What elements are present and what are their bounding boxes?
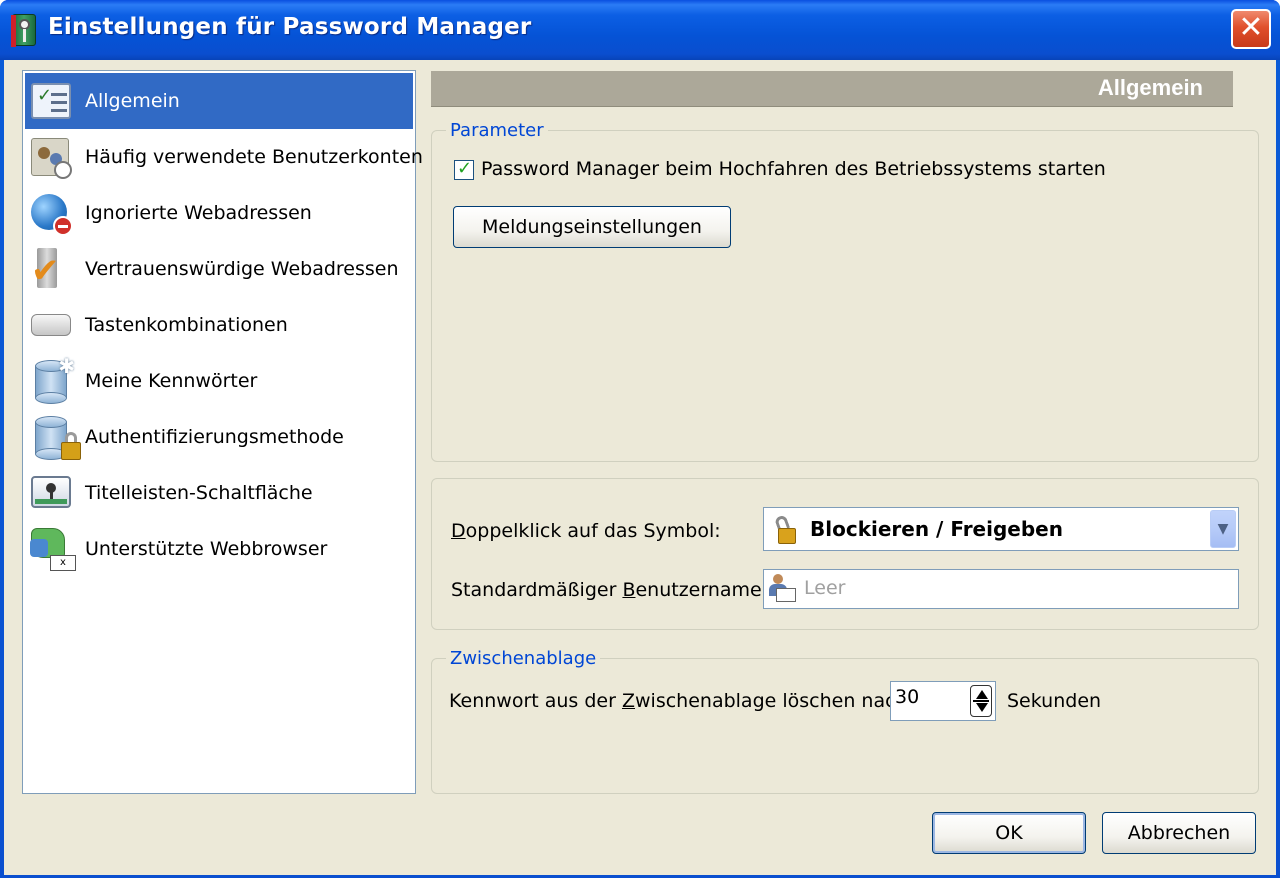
clipboard-clear-label: Kennwort aus der Zwischenablage löschen … xyxy=(449,690,908,712)
sidebar-item-label: Unterstützte Webbrowser xyxy=(85,538,328,560)
default-username-label: Standardmäßiger Benutzername: xyxy=(451,579,769,601)
cancel-button[interactable]: Abbrechen xyxy=(1102,812,1256,854)
sidebar-item-allgemein[interactable]: ✓ Allgemein xyxy=(25,73,413,129)
default-username-placeholder: Leer xyxy=(804,577,846,599)
frequent-accounts-icon xyxy=(29,134,75,180)
category-list: ✓ Allgemein Häufig verwendete Benutzerko… xyxy=(22,70,423,794)
sidebar-item-label: Titelleisten-Schaltfläche xyxy=(85,482,313,504)
section-header: Allgemein xyxy=(431,71,1233,107)
clipboard-seconds-value: 30 xyxy=(895,686,920,708)
sidebar-item-hotkeys[interactable]: Tastenkombinationen xyxy=(25,297,413,353)
title-bar[interactable]: Einstellungen für Password Manager ✕ xyxy=(0,0,1280,60)
keyboard-key-icon xyxy=(29,302,75,348)
clipboard-group-legend: Zwischenablage xyxy=(446,648,601,669)
doubleclick-label: Doppelklick auf das Symbol: xyxy=(451,520,721,542)
sidebar-item-titlebar-button[interactable]: Titelleisten-Schaltfläche xyxy=(25,465,413,521)
doubleclick-action-value: Blockieren / Freigeben xyxy=(810,517,1063,541)
notification-settings-button-label: Meldungseinstellungen xyxy=(482,216,702,238)
sidebar-item-label: Vertrauenswürdige Webadressen xyxy=(85,258,399,280)
checkmark-icon: ✓ xyxy=(457,158,473,179)
sidebar-item-auth-method[interactable]: Authentifizierungsmethode xyxy=(25,409,413,465)
section-header-title: Allgemein xyxy=(1097,75,1203,100)
spin-arrows-icon[interactable] xyxy=(970,685,992,717)
close-button[interactable]: ✕ xyxy=(1231,9,1271,49)
blocked-globe-icon xyxy=(29,190,75,236)
ok-button[interactable]: OK xyxy=(932,812,1086,854)
notification-settings-button[interactable]: Meldungseinstellungen xyxy=(453,206,731,248)
sidebar-item-label: Häufig verwendete Benutzerkonten xyxy=(85,146,423,168)
doubleclick-action-select[interactable]: Blockieren / Freigeben ▼ xyxy=(763,507,1239,551)
parameter-group-legend: Parameter xyxy=(446,120,548,141)
dialog-client-area: ✓ Allgemein Häufig verwendete Benutzerko… xyxy=(4,60,1276,875)
clipboard-group xyxy=(431,658,1259,794)
password-manager-app-icon xyxy=(11,14,36,47)
sidebar-item-frequent-accounts[interactable]: Häufig verwendete Benutzerkonten xyxy=(25,129,423,185)
chevron-down-icon[interactable]: ▼ xyxy=(1210,510,1236,548)
password-database-icon: ✱ xyxy=(29,354,75,404)
autostart-checkbox[interactable]: ✓ xyxy=(454,158,474,180)
ok-button-label: OK xyxy=(995,822,1023,844)
locked-database-icon xyxy=(29,414,81,460)
titlebar-button-icon xyxy=(29,470,75,516)
dialog-window: Einstellungen für Password Manager ✕ ✓ A… xyxy=(0,0,1280,878)
clipboard-seconds-stepper[interactable]: 30 xyxy=(890,681,996,721)
sidebar-item-label: Meine Kennwörter xyxy=(85,370,258,392)
sidebar-item-label: Tastenkombinationen xyxy=(85,314,288,336)
sidebar-item-label: Authentifizierungsmethode xyxy=(85,426,344,448)
sidebar-item-label: Ignorierte Webadressen xyxy=(85,202,312,224)
browser-plugin-icon: x xyxy=(29,526,76,572)
seconds-unit-label: Sekunden xyxy=(1007,690,1102,712)
sidebar-item-trusted-urls[interactable]: ✔ Vertrauenswürdige Webadressen xyxy=(25,241,413,297)
sidebar-item-label: Allgemein xyxy=(85,90,180,112)
trusted-check-icon: ✔ xyxy=(29,246,75,292)
checklist-icon: ✓ xyxy=(29,78,75,124)
window-title: Einstellungen für Password Manager xyxy=(48,14,532,40)
cancel-button-label: Abbrechen xyxy=(1127,822,1231,844)
sidebar-item-supported-browsers[interactable]: x Unterstützte Webbrowser xyxy=(25,521,413,577)
sidebar-item-my-passwords[interactable]: ✱ Meine Kennwörter xyxy=(25,353,413,409)
default-username-field[interactable]: Leer xyxy=(763,569,1239,609)
autostart-label: Password Manager beim Hochfahren des Bet… xyxy=(481,158,1106,180)
sidebar-item-ignored-urls[interactable]: Ignorierte Webadressen xyxy=(25,185,413,241)
